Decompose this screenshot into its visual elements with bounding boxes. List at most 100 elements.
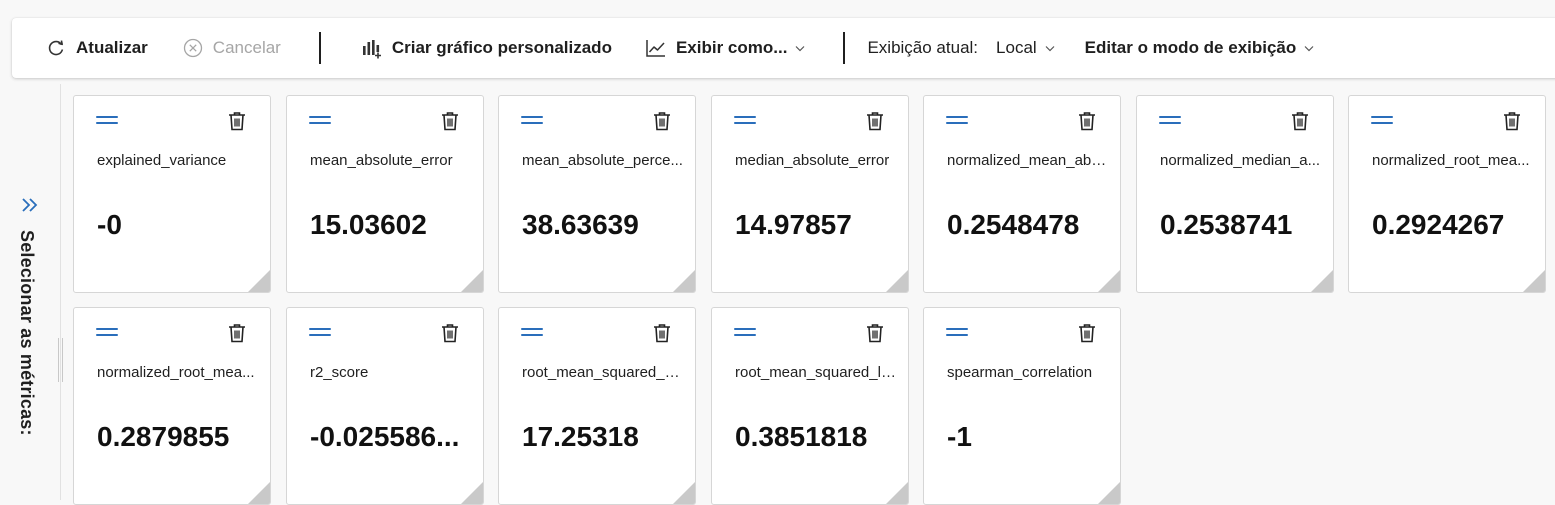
resize-handle[interactable] — [1098, 482, 1120, 504]
drag-handle-icon[interactable] — [309, 116, 331, 128]
metric-value: -1 — [947, 421, 972, 452]
drag-handle-icon[interactable] — [521, 116, 543, 128]
metric-card[interactable]: normalized_root_mea... 0.2879855 — [73, 307, 271, 505]
drag-handle-icon[interactable] — [1159, 116, 1181, 128]
chevron-down-icon — [1045, 43, 1055, 53]
metric-value: 38.63639 — [522, 209, 639, 240]
resize-handle[interactable] — [886, 482, 908, 504]
metric-card[interactable]: spearman_correlation -1 — [923, 307, 1121, 505]
current-view-dropdown[interactable]: Local — [996, 18, 1055, 78]
create-custom-chart-button[interactable]: Criar gráfico personalizado — [361, 18, 612, 78]
expand-panel-icon[interactable] — [20, 194, 42, 221]
trash-icon[interactable] — [228, 111, 246, 136]
refresh-label: Atualizar — [76, 38, 148, 57]
metric-name: root_mean_squared_lo... — [735, 364, 898, 381]
chart-add-icon — [361, 37, 383, 59]
metric-value: 0.2538741 — [1160, 209, 1293, 240]
resize-handle[interactable] — [673, 482, 695, 504]
trash-icon[interactable] — [1078, 323, 1096, 348]
chevron-down-icon — [1304, 43, 1314, 53]
resize-handle[interactable] — [1523, 270, 1545, 292]
metric-card[interactable]: root_mean_squared_lo... 0.3851818 — [711, 307, 909, 505]
metric-name: normalized_root_mea... — [1372, 152, 1530, 169]
create-custom-chart-label: Criar gráfico personalizado — [391, 38, 612, 57]
trash-icon[interactable] — [866, 111, 884, 136]
metric-card[interactable]: normalized_mean_abs... 0.2548478 — [923, 95, 1121, 293]
drag-handle-icon[interactable] — [96, 116, 118, 128]
metric-card[interactable]: root_mean_squared_er... 17.25318 — [498, 307, 696, 505]
metric-value: 0.2548478 — [947, 209, 1080, 240]
resize-handle[interactable] — [461, 270, 483, 292]
trash-icon[interactable] — [866, 323, 884, 348]
drag-handle-icon[interactable] — [1371, 116, 1393, 128]
resize-handle[interactable] — [1098, 270, 1120, 292]
metric-value: -0.025586... — [310, 421, 460, 452]
metric-card[interactable]: normalized_root_mea... 0.2924267 — [1348, 95, 1546, 293]
trash-icon[interactable] — [653, 323, 671, 348]
metric-value: 14.97857 — [735, 209, 852, 240]
trash-icon[interactable] — [228, 323, 246, 348]
metric-value: 15.03602 — [310, 209, 427, 240]
current-view-value: Local — [996, 38, 1037, 57]
metric-value: -0 — [97, 209, 122, 240]
metric-name: normalized_mean_abs... — [947, 152, 1110, 169]
refresh-icon — [45, 37, 67, 59]
resize-handle[interactable] — [248, 482, 270, 504]
metric-card[interactable]: normalized_median_a... 0.2538741 — [1136, 95, 1334, 293]
metric-value: 0.2924267 — [1372, 209, 1505, 240]
drag-handle-icon[interactable] — [946, 116, 968, 128]
trash-icon[interactable] — [1503, 111, 1521, 136]
current-view-label: Exibição atual: — [867, 18, 978, 78]
chevron-down-icon — [795, 43, 805, 53]
metric-name: normalized_root_mea... — [97, 364, 255, 381]
metric-card[interactable]: r2_score -0.025586... — [286, 307, 484, 505]
metric-name: mean_absolute_error — [310, 152, 453, 169]
metric-value: 0.2879855 — [97, 421, 230, 452]
resize-handle[interactable] — [248, 270, 270, 292]
resize-handle[interactable] — [886, 270, 908, 292]
drag-handle-icon[interactable] — [946, 328, 968, 340]
metric-card[interactable]: mean_absolute_error 15.03602 — [286, 95, 484, 293]
resize-handle[interactable] — [461, 482, 483, 504]
metric-name: root_mean_squared_er... — [522, 364, 685, 381]
trash-icon[interactable] — [441, 323, 459, 348]
panel-resize-handle[interactable] — [58, 338, 63, 382]
trash-icon[interactable] — [653, 111, 671, 136]
cancel-icon — [182, 37, 204, 59]
refresh-button[interactable]: Atualizar — [45, 18, 148, 78]
drag-handle-icon[interactable] — [96, 328, 118, 340]
command-toolbar: Atualizar Cancelar Criar gráfico persona… — [12, 18, 1555, 78]
edit-view-dropdown[interactable]: Editar o modo de exibição — [1085, 18, 1315, 78]
drag-handle-icon[interactable] — [734, 328, 756, 340]
metric-name: mean_absolute_perce... — [522, 152, 683, 169]
metric-card[interactable]: mean_absolute_perce... 38.63639 — [498, 95, 696, 293]
metric-name: r2_score — [310, 364, 369, 381]
trash-icon[interactable] — [1078, 111, 1096, 136]
view-as-dropdown[interactable]: Exibir como... — [645, 18, 805, 78]
cancel-button[interactable]: Cancelar — [182, 18, 281, 78]
cancel-label: Cancelar — [212, 38, 281, 57]
line-chart-icon — [645, 37, 667, 59]
trash-icon[interactable] — [441, 111, 459, 136]
resize-handle[interactable] — [1311, 270, 1333, 292]
metric-value: 0.3851818 — [735, 421, 868, 452]
current-view-text: Exibição atual: — [867, 38, 979, 57]
metric-value: 17.25318 — [522, 421, 639, 452]
metric-card[interactable]: median_absolute_error 14.97857 — [711, 95, 909, 293]
toolbar-divider — [843, 32, 846, 64]
metric-name: median_absolute_error — [735, 152, 890, 169]
drag-handle-icon[interactable] — [521, 328, 543, 340]
trash-icon[interactable] — [1291, 111, 1309, 136]
toolbar-divider — [318, 32, 321, 64]
resize-handle[interactable] — [673, 270, 695, 292]
metric-name: normalized_median_a... — [1160, 152, 1321, 169]
view-as-label: Exibir como... — [675, 38, 788, 57]
drag-handle-icon[interactable] — [309, 328, 331, 340]
edit-view-label: Editar o modo de exibição — [1084, 38, 1297, 57]
metric-card[interactable]: explained_variance -0 — [73, 95, 271, 293]
select-metrics-label: Selecionar as métricas: — [17, 230, 37, 436]
metric-name: spearman_correlation — [947, 364, 1093, 381]
drag-handle-icon[interactable] — [734, 116, 756, 128]
metric-name: explained_variance — [97, 152, 227, 169]
metrics-side-panel: Selecionar as métricas: — [0, 84, 63, 500]
